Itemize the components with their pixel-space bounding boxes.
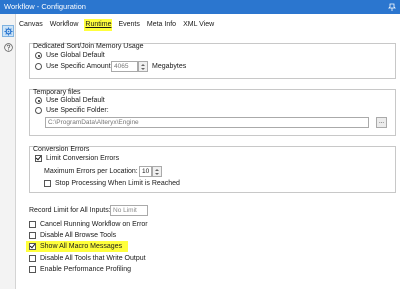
temp-folder-input[interactable]: C:\ProgramData\Alteryx\Engine (45, 117, 369, 128)
memory-global-option[interactable]: Use Global Default (35, 51, 105, 60)
memory-group-title: Dedicated Sort/Join Memory Usage (33, 43, 144, 50)
max-errors-spinner[interactable] (152, 166, 162, 177)
max-errors-input[interactable]: 10 (139, 166, 152, 177)
window-title: Workflow - Configuration (4, 2, 86, 11)
temp-specific-radio[interactable] (35, 107, 42, 114)
limit-errors-option[interactable]: Limit Conversion Errors (35, 154, 119, 163)
temp-specific-label: Use Specific Folder: (46, 107, 109, 114)
disable-browse-checkbox[interactable] (29, 232, 36, 239)
help-button[interactable] (2, 41, 14, 53)
memory-unit-label: Megabytes (152, 63, 187, 70)
record-limit-label: Record Limit for All Inputs: (29, 207, 111, 214)
record-limit-input[interactable]: No Limit (110, 205, 148, 216)
memory-global-label: Use Global Default (46, 52, 105, 59)
pin-icon[interactable] (388, 3, 396, 11)
memory-specific-label: Use Specific Amount: (46, 63, 113, 70)
show-macro-messages-label: Show All Macro Messages (40, 243, 123, 250)
tab-meta-info[interactable]: Meta Info (146, 19, 177, 31)
disable-write-output-label: Disable All Tools that Write Output (40, 255, 146, 262)
option-disable-write-output[interactable]: Disable All Tools that Write Output (29, 254, 146, 263)
performance-profiling-label: Enable Performance Profiling (40, 266, 132, 273)
option-show-macro-messages[interactable]: Show All Macro Messages (26, 241, 129, 252)
temp-global-option[interactable]: Use Global Default (35, 96, 105, 105)
cancel-on-error-label: Cancel Running Workflow on Error (40, 221, 148, 228)
tab-workflow[interactable]: Workflow (49, 19, 80, 31)
window-titlebar: Workflow - Configuration (0, 0, 400, 14)
memory-global-radio[interactable] (35, 52, 42, 59)
memory-specific-option[interactable]: Use Specific Amount: (35, 62, 113, 71)
limit-errors-checkbox[interactable] (35, 155, 42, 162)
errors-group-title: Conversion Errors (33, 146, 90, 153)
memory-amount-input[interactable]: 4065 (111, 61, 138, 72)
temp-global-label: Use Global Default (46, 97, 105, 104)
stop-processing-label: Stop Processing When Limit is Reached (55, 180, 180, 187)
help-icon (3, 42, 13, 52)
memory-amount-spinner[interactable] (138, 61, 148, 72)
option-cancel-on-error[interactable]: Cancel Running Workflow on Error (29, 220, 148, 229)
option-disable-browse[interactable]: Disable All Browse Tools (29, 231, 116, 240)
configuration-button[interactable] (2, 25, 14, 37)
browse-folder-button[interactable]: ... (376, 117, 387, 128)
cancel-on-error-checkbox[interactable] (29, 221, 36, 228)
tab-xml-view[interactable]: XML View (182, 19, 215, 31)
disable-browse-label: Disable All Browse Tools (40, 232, 117, 239)
show-macro-messages-checkbox[interactable] (29, 243, 36, 250)
stop-processing-checkbox[interactable] (44, 180, 51, 187)
max-errors-label: Maximum Errors per Location: (44, 168, 138, 175)
tab-bar: Canvas Workflow Runtime Events Meta Info… (18, 19, 220, 31)
left-toolbar (0, 14, 16, 289)
performance-profiling-checkbox[interactable] (29, 266, 36, 273)
tab-canvas[interactable]: Canvas (18, 19, 44, 31)
stop-processing-option[interactable]: Stop Processing When Limit is Reached (44, 179, 180, 188)
temp-global-radio[interactable] (35, 97, 42, 104)
temp-specific-option[interactable]: Use Specific Folder: (35, 106, 109, 115)
gear-icon (3, 26, 13, 36)
option-performance-profiling[interactable]: Enable Performance Profiling (29, 265, 131, 274)
tab-events[interactable]: Events (117, 19, 140, 31)
tab-runtime[interactable]: Runtime (84, 19, 113, 31)
disable-write-output-checkbox[interactable] (29, 255, 36, 262)
memory-group: Dedicated Sort/Join Memory Usage (29, 43, 396, 79)
limit-errors-label: Limit Conversion Errors (46, 155, 120, 162)
memory-specific-radio[interactable] (35, 63, 42, 70)
